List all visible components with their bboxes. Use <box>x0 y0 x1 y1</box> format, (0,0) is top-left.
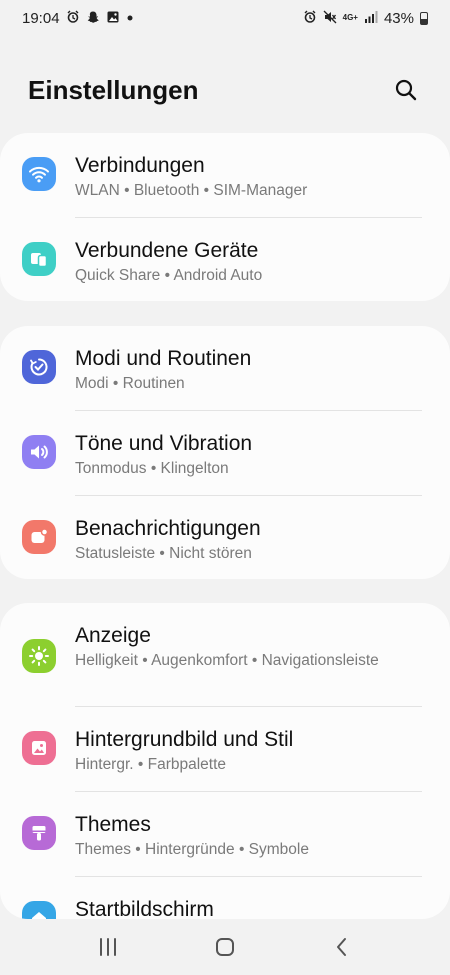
more-notifications-dot <box>126 12 134 24</box>
wifi-icon <box>22 157 56 191</box>
network-type: 4G+ <box>342 13 358 22</box>
setting-item-anzeige[interactable]: Anzeige Helligkeit • Augenkomfort • Navi… <box>0 603 450 707</box>
setting-item-startbildschirm[interactable]: Startbildschirm <box>0 877 450 919</box>
snapchat-icon <box>86 10 100 26</box>
settings-group-sound: Modi und Routinen Modi • Routinen Töne u… <box>0 326 450 579</box>
signal-icon <box>364 10 378 26</box>
setting-item-verbindungen[interactable]: Verbindungen WLAN • Bluetooth • SIM-Mana… <box>0 133 450 218</box>
back-icon <box>336 937 346 956</box>
setting-item-themes[interactable]: Themes Themes • Hintergründe • Symbole <box>0 792 450 877</box>
notification-icon <box>22 520 56 554</box>
setting-subtitle: Statusleiste • Nicht stören <box>75 545 252 562</box>
setting-subtitle: Modi • Routinen <box>75 375 185 392</box>
gallery-icon <box>106 10 120 26</box>
alarm-set-icon <box>303 10 317 26</box>
navigation-bar <box>0 918 450 975</box>
setting-title: Verbundene Geräte <box>75 239 259 262</box>
home-icon <box>22 901 56 919</box>
setting-item-verbundene-geraete[interactable]: Verbundene Geräte Quick Share • Android … <box>0 218 450 301</box>
setting-subtitle: Hintergr. • Farbpalette <box>75 756 227 773</box>
home-button[interactable] <box>205 927 245 967</box>
back-button[interactable] <box>322 927 362 967</box>
setting-item-modi-routinen[interactable]: Modi und Routinen Modi • Routinen <box>0 326 450 411</box>
setting-subtitle: Themes • Hintergründe • Symbole <box>75 841 309 858</box>
settings-group-connections: Verbindungen WLAN • Bluetooth • SIM-Mana… <box>0 133 450 301</box>
wallpaper-icon <box>22 731 56 765</box>
setting-subtitle: WLAN • Bluetooth • SIM-Manager <box>75 182 308 199</box>
setting-subtitle: Helligkeit • Augenkomfort • Navigationsl… <box>75 652 379 669</box>
battery-icon <box>420 11 428 25</box>
recent-apps-button[interactable] <box>88 927 128 967</box>
modes-icon <box>22 350 56 384</box>
setting-subtitle: Tonmodus • Klingelton <box>75 460 229 477</box>
themes-icon <box>22 816 56 850</box>
setting-title: Anzeige <box>75 624 151 647</box>
setting-title: Töne und Vibration <box>75 432 253 455</box>
search-icon <box>395 79 417 101</box>
status-left: 19:04 <box>22 10 134 27</box>
setting-item-benachrichtigungen[interactable]: Benachrichtigungen Statusleiste • Nicht … <box>0 496 450 579</box>
setting-title: Themes <box>75 813 151 836</box>
setting-title: Verbindungen <box>75 154 205 177</box>
speaker-icon <box>22 435 56 469</box>
setting-title: Startbildschirm <box>75 898 214 919</box>
connected-devices-icon <box>22 242 56 276</box>
recent-apps-icon <box>100 937 117 956</box>
page-title: Einstellungen <box>28 74 199 105</box>
setting-title: Benachrichtigungen <box>75 517 261 540</box>
setting-item-hintergrundbild-stil[interactable]: Hintergrundbild und Stil Hintergr. • Far… <box>0 707 450 792</box>
brightness-icon <box>22 639 56 673</box>
home-nav-icon <box>215 937 234 956</box>
setting-title: Modi und Routinen <box>75 347 252 370</box>
status-bar: 19:04 4G+ 43% <box>0 0 450 36</box>
settings-group-display: Anzeige Helligkeit • Augenkomfort • Navi… <box>0 603 450 919</box>
setting-title: Hintergrundbild und Stil <box>75 728 294 751</box>
alarm-icon <box>66 10 80 26</box>
search-button[interactable] <box>388 72 424 108</box>
status-right: 4G+ 43% <box>303 10 428 27</box>
mute-icon <box>323 10 337 26</box>
setting-item-toene-vibration[interactable]: Töne und Vibration Tonmodus • Klingelton <box>0 411 450 496</box>
status-time: 19:04 <box>22 9 60 27</box>
setting-subtitle: Quick Share • Android Auto <box>75 267 263 284</box>
battery-percent: 43% <box>383 9 414 27</box>
header: Einstellungen <box>0 60 450 120</box>
